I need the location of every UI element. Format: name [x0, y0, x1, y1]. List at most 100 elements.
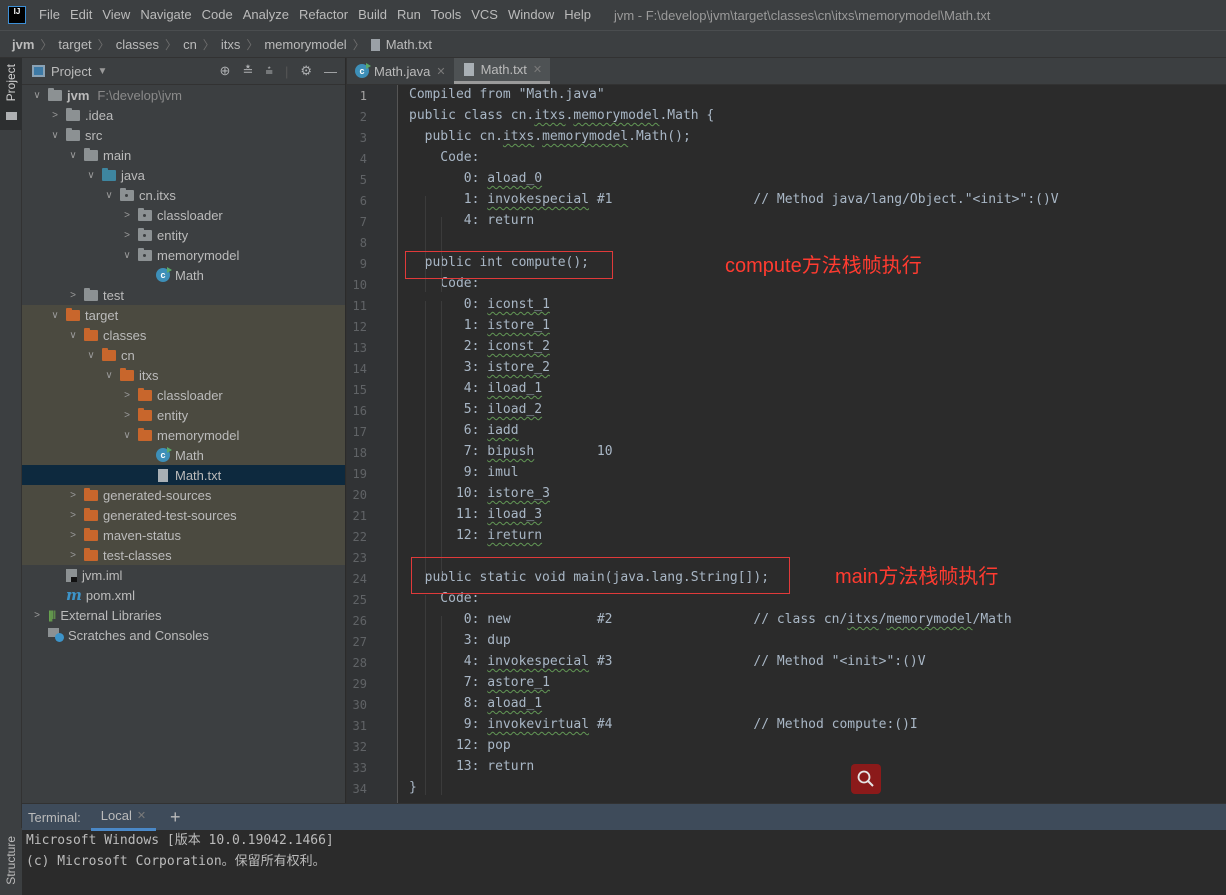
tree-item[interactable]: ∨ itxs — [22, 365, 345, 385]
tree-item[interactable]: > generated-sources — [22, 485, 345, 505]
menu-window[interactable]: Window — [503, 0, 559, 30]
chevron-down-icon[interactable]: ▼ — [97, 66, 107, 77]
chevron-right-icon[interactable]: > — [120, 390, 134, 401]
tree-item[interactable]: ∨ target — [22, 305, 345, 325]
breadcrumb-memorymodel[interactable]: memorymodel — [264, 37, 346, 52]
chevron-down-icon[interactable]: ∨ — [66, 330, 80, 341]
tree-item[interactable]: ∨ jvm F:\develop\jvm — [22, 85, 345, 105]
tree-item[interactable]: ∨ memorymodel — [22, 245, 345, 265]
chevron-down-icon[interactable]: ∨ — [66, 150, 80, 161]
tree-item[interactable]: > test-classes — [22, 545, 345, 565]
menu-navigate[interactable]: Navigate — [135, 0, 196, 30]
excluded-folder-icon — [102, 347, 116, 361]
menu-help[interactable]: Help — [559, 0, 596, 30]
tree-item[interactable]: c Math — [22, 445, 345, 465]
breadcrumb-jvm[interactable]: jvm — [12, 37, 34, 52]
menu-tools[interactable]: Tools — [426, 0, 466, 30]
collapse-all-icon[interactable]: ⩮ — [265, 63, 273, 79]
search-button[interactable] — [851, 764, 881, 794]
chevron-down-icon[interactable]: ∨ — [48, 310, 62, 321]
tab-math-java[interactable]: c Math.java ✕ — [347, 58, 454, 84]
tree-item[interactable]: m pom.xml — [22, 585, 345, 605]
chevron-down-icon[interactable]: ∨ — [84, 350, 98, 361]
tree-item[interactable]: jvm.iml — [22, 565, 345, 585]
close-icon[interactable]: ✕ — [137, 809, 146, 822]
line-number: 20 — [352, 488, 367, 502]
tree-item[interactable]: c Math — [22, 265, 345, 285]
breadcrumb-itxs[interactable]: itxs — [221, 37, 241, 52]
tab-math-txt[interactable]: Math.txt ✕ — [453, 58, 551, 84]
hide-icon[interactable]: — — [324, 64, 337, 79]
menu-vcs[interactable]: VCS — [466, 0, 503, 30]
locate-icon[interactable]: ⊕ — [220, 63, 231, 79]
tree-item[interactable]: ∨ java — [22, 165, 345, 185]
tree-item[interactable]: ∨ main — [22, 145, 345, 165]
chevron-down-icon[interactable]: ∨ — [120, 250, 134, 261]
tree-item[interactable]: > entity — [22, 405, 345, 425]
tree-item[interactable]: > test — [22, 285, 345, 305]
maven-icon: m — [66, 586, 82, 604]
project-panel-header: Project ▼ ⊕ ≛ ⩮ | ⚙ — — [22, 58, 345, 85]
tree-item[interactable]: Math.txt — [22, 465, 345, 485]
chevron-right-icon[interactable]: > — [66, 550, 80, 561]
terminal-label: Terminal: — [28, 809, 81, 825]
menu-view[interactable]: View — [97, 0, 135, 30]
tree-item[interactable]: > classloader — [22, 205, 345, 225]
chevron-right-icon[interactable]: > — [120, 410, 134, 421]
breadcrumb-math-txt[interactable]: Math.txt — [386, 37, 432, 52]
close-icon[interactable]: ✕ — [436, 65, 445, 78]
chevron-right-icon[interactable]: > — [120, 230, 134, 241]
typo-word: istore_1 — [487, 318, 550, 333]
chevron-down-icon[interactable]: ∨ — [102, 190, 116, 201]
tree-item[interactable]: > generated-test-sources — [22, 505, 345, 525]
breadcrumb-target[interactable]: target — [58, 37, 91, 52]
excluded-folder-icon — [138, 407, 152, 421]
chevron-down-icon[interactable]: ∨ — [102, 370, 116, 381]
tree-item[interactable]: ∨ classes — [22, 325, 345, 345]
chevron-down-icon[interactable]: ∨ — [48, 130, 62, 141]
chevron-right-icon[interactable]: > — [66, 510, 80, 521]
chevron-right-icon[interactable]: > — [66, 490, 80, 501]
expand-all-icon[interactable]: ≛ — [242, 63, 253, 79]
tree-item[interactable]: > |||‖ External Libraries — [22, 605, 345, 625]
menu-build[interactable]: Build — [353, 0, 392, 30]
gear-icon[interactable]: ⚙ — [300, 63, 312, 79]
close-icon[interactable]: ✕ — [533, 63, 542, 76]
breadcrumb-cn[interactable]: cn — [183, 37, 197, 52]
terminal-tab-local[interactable]: Local ✕ — [90, 804, 157, 831]
tree-item[interactable]: > entity — [22, 225, 345, 245]
chevron-right-icon[interactable]: > — [66, 290, 80, 301]
menu-refactor[interactable]: Refactor — [294, 0, 353, 30]
line-number: 14 — [352, 362, 367, 376]
tree-item[interactable]: Scratches and Consoles — [22, 625, 345, 645]
code-line: 4: invokespecial #3 // Method "<init>":(… — [409, 654, 926, 669]
chevron-right-icon[interactable]: > — [30, 610, 44, 621]
tree-item[interactable]: ∨ cn.itxs — [22, 185, 345, 205]
breadcrumb-classes[interactable]: classes — [116, 37, 159, 52]
chevron-down-icon[interactable]: ∨ — [120, 430, 134, 441]
menu-code[interactable]: Code — [197, 0, 238, 30]
project-tree: ∨ jvm F:\develop\jvm > .idea ∨ src ∨ main ∨ java ∨ c… — [22, 85, 345, 645]
chevron-right-icon[interactable]: > — [120, 210, 134, 221]
menu-file[interactable]: File — [34, 0, 65, 30]
project-tool-tab[interactable]: Project — [0, 58, 22, 130]
menu-analyze[interactable]: Analyze — [238, 0, 294, 30]
chevron-right-icon[interactable]: > — [66, 530, 80, 541]
menu-run[interactable]: Run — [392, 0, 426, 30]
compute-highlight-box — [405, 251, 613, 279]
chevron-down-icon[interactable]: ∨ — [30, 90, 44, 101]
structure-tool-tab[interactable]: Structure — [0, 828, 22, 895]
tree-item[interactable]: > .idea — [22, 105, 345, 125]
menu-edit[interactable]: Edit — [65, 0, 97, 30]
tree-item[interactable]: > classloader — [22, 385, 345, 405]
new-terminal-button[interactable]: + — [170, 807, 181, 828]
scratches-icon — [48, 628, 64, 642]
tree-item[interactable]: ∨ src — [22, 125, 345, 145]
chevron-down-icon[interactable]: ∨ — [84, 170, 98, 181]
code-line: 0: new #2 // class cn/itxs/memorymodel/M… — [409, 612, 1012, 627]
tree-item[interactable]: ∨ cn — [22, 345, 345, 365]
tree-item[interactable]: > maven-status — [22, 525, 345, 545]
chevron-right-icon[interactable]: > — [48, 110, 62, 121]
tree-item[interactable]: ∨ memorymodel — [22, 425, 345, 445]
project-view-selector[interactable]: Project — [51, 64, 91, 79]
